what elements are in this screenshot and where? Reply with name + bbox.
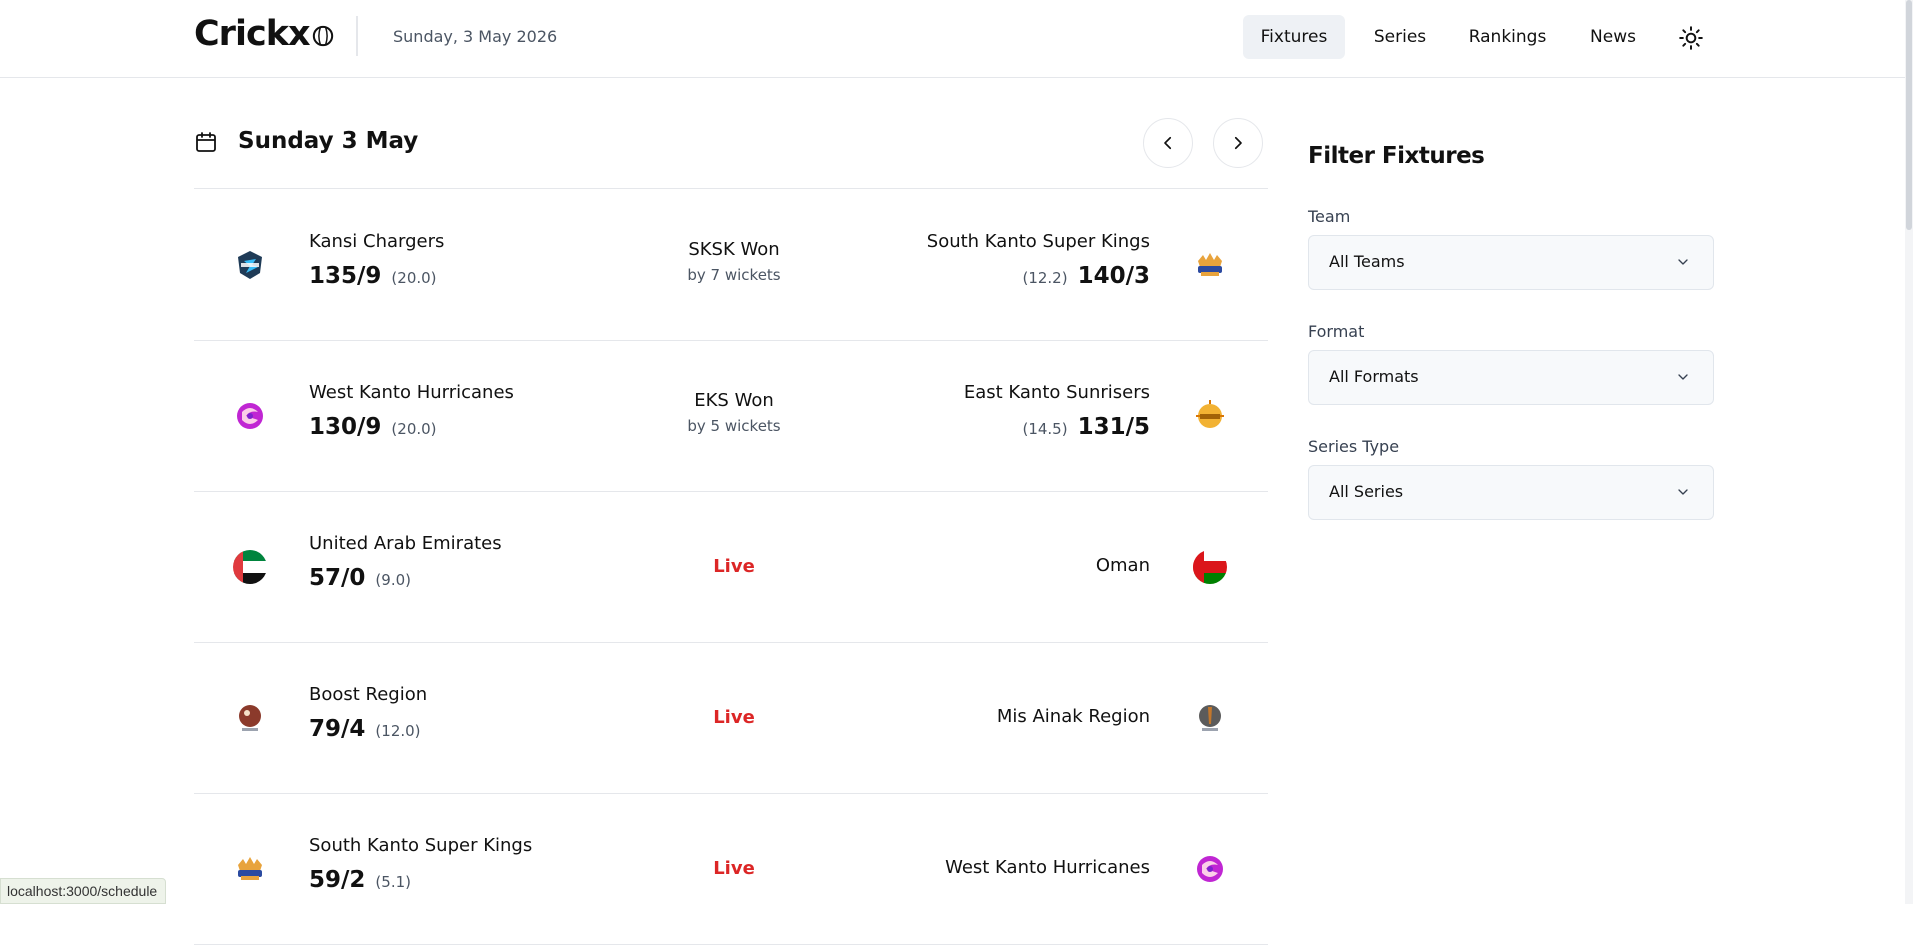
format-filter-value: All Formats: [1329, 367, 1419, 386]
nav-news[interactable]: News: [1580, 15, 1646, 59]
east-kanto-sunrisers-logo-icon: [1196, 400, 1224, 428]
team1-score: 59/2: [309, 867, 366, 893]
team2-overs: (14.5): [1022, 420, 1068, 438]
logo-text: Crickx: [194, 14, 311, 54]
series-type-filter-label: Series Type: [1308, 437, 1400, 456]
south-kanto-super-kings-logo-icon: [238, 857, 262, 880]
match-card[interactable]: Kansi Chargers 135/9 (20.0) SKSK Won by …: [194, 189, 1268, 341]
team1-name: South Kanto Super Kings: [309, 835, 533, 856]
team1-name: West Kanto Hurricanes: [309, 382, 514, 403]
team1-score: 135/9: [309, 263, 382, 289]
team2-name: Oman: [1095, 555, 1150, 576]
match-result: EKS Won by 5 wickets: [584, 390, 884, 435]
west-kanto-hurricanes-logo-icon: [237, 403, 263, 429]
match-result: SKSK Won by 7 wickets: [584, 239, 884, 284]
team1-name: Kansi Chargers: [309, 231, 445, 252]
team1-score-row: 57/0 (9.0): [309, 565, 411, 591]
team1-score-row: 59/2 (5.1): [309, 867, 411, 893]
top-header: Crickx Sunday, 3 May 2026 Fixtures Serie…: [0, 0, 1905, 78]
day-title: Sunday 3 May: [238, 128, 419, 154]
team1-name: Boost Region: [309, 684, 428, 705]
team1-score: 79/4: [309, 716, 366, 742]
format-filter-label: Format: [1308, 322, 1365, 341]
nav-fixtures[interactable]: Fixtures: [1243, 15, 1345, 59]
logo[interactable]: Crickx: [194, 14, 334, 54]
nav-rankings[interactable]: Rankings: [1460, 15, 1555, 59]
series-type-filter-value: All Series: [1329, 482, 1404, 501]
team2-score: 131/5: [1077, 414, 1150, 440]
team2-name: West Kanto Hurricanes: [945, 857, 1150, 878]
match-card[interactable]: United Arab Emirates 57/0 (9.0) Live Oma…: [194, 491, 1268, 643]
page-scrollbar[interactable]: [1905, 0, 1913, 904]
team2-score-row: (12.2) 140/3: [1022, 263, 1150, 289]
match-card[interactable]: South Kanto Super Kings 59/2 (5.1) Live …: [194, 793, 1268, 945]
next-day-button[interactable]: [1213, 118, 1263, 168]
team2-score: 140/3: [1077, 263, 1150, 289]
uae-flag-icon: [233, 550, 267, 584]
team1-name: United Arab Emirates: [309, 533, 502, 554]
team1-overs: (12.0): [375, 722, 421, 740]
live-status: Live: [713, 707, 755, 728]
result-margin: by 5 wickets: [687, 417, 781, 435]
team2-name: Mis Ainak Region: [996, 706, 1150, 727]
oman-flag-icon: [1193, 550, 1227, 584]
kansi-chargers-logo-icon: [238, 251, 262, 279]
chevron-down-icon: [1678, 374, 1688, 380]
series-type-filter-select[interactable]: All Series: [1308, 465, 1714, 520]
scrollbar-thumb[interactable]: [1906, 0, 1912, 230]
team2-score-row: (14.5) 131/5: [1022, 414, 1150, 440]
header-date: Sunday, 3 May 2026: [393, 27, 558, 46]
header-divider: [356, 16, 358, 56]
format-filter-select[interactable]: All Formats: [1308, 350, 1714, 405]
team2-name: East Kanto Sunrisers: [963, 382, 1150, 403]
filter-title: Filter Fixtures: [1308, 143, 1485, 169]
team2-overs: (12.2): [1022, 269, 1068, 287]
boost-region-logo-icon: [239, 705, 261, 731]
chevron-down-icon: [1678, 259, 1688, 265]
team1-score-row: 135/9 (20.0): [309, 263, 437, 289]
calendar-icon: [196, 132, 216, 152]
team1-overs: (20.0): [391, 420, 437, 438]
team1-score-row: 130/9 (20.0): [309, 414, 437, 440]
day-header: Sunday 3 May: [194, 118, 1268, 189]
team-filter-select[interactable]: All Teams: [1308, 235, 1714, 290]
team1-overs: (20.0): [391, 269, 437, 287]
team1-overs: (5.1): [375, 873, 411, 891]
cricket-ball-icon: [312, 25, 333, 47]
prev-day-button[interactable]: [1143, 118, 1193, 168]
match-card[interactable]: West Kanto Hurricanes 130/9 (20.0) EKS W…: [194, 340, 1268, 492]
result-title: EKS Won: [694, 390, 774, 411]
team2-name: South Kanto Super Kings: [926, 231, 1150, 252]
live-status: Live: [713, 858, 755, 879]
live-status: Live: [713, 556, 755, 577]
team1-overs: (9.0): [375, 571, 411, 589]
status-bar-url: localhost:3000/schedule: [0, 878, 167, 904]
chevron-right-icon: [1234, 136, 1242, 150]
team1-score-row: 79/4 (12.0): [309, 716, 421, 742]
nav-series[interactable]: Series: [1360, 15, 1440, 59]
west-kanto-hurricanes-logo-icon: [1197, 856, 1223, 882]
chevron-down-icon: [1678, 489, 1688, 495]
team1-score: 57/0: [309, 565, 366, 591]
mis-ainak-region-logo-icon: [1199, 705, 1221, 731]
team-filter-label: Team: [1308, 207, 1351, 226]
result-title: SKSK Won: [688, 239, 780, 260]
result-margin: by 7 wickets: [687, 266, 781, 284]
chevron-left-icon: [1164, 136, 1172, 150]
south-kanto-super-kings-logo-icon: [1198, 253, 1222, 276]
match-card[interactable]: Boost Region 79/4 (12.0) Live Mis Ainak …: [194, 642, 1268, 794]
team1-score: 130/9: [309, 414, 382, 440]
team-filter-value: All Teams: [1329, 252, 1405, 271]
sun-icon[interactable]: [1678, 25, 1704, 51]
